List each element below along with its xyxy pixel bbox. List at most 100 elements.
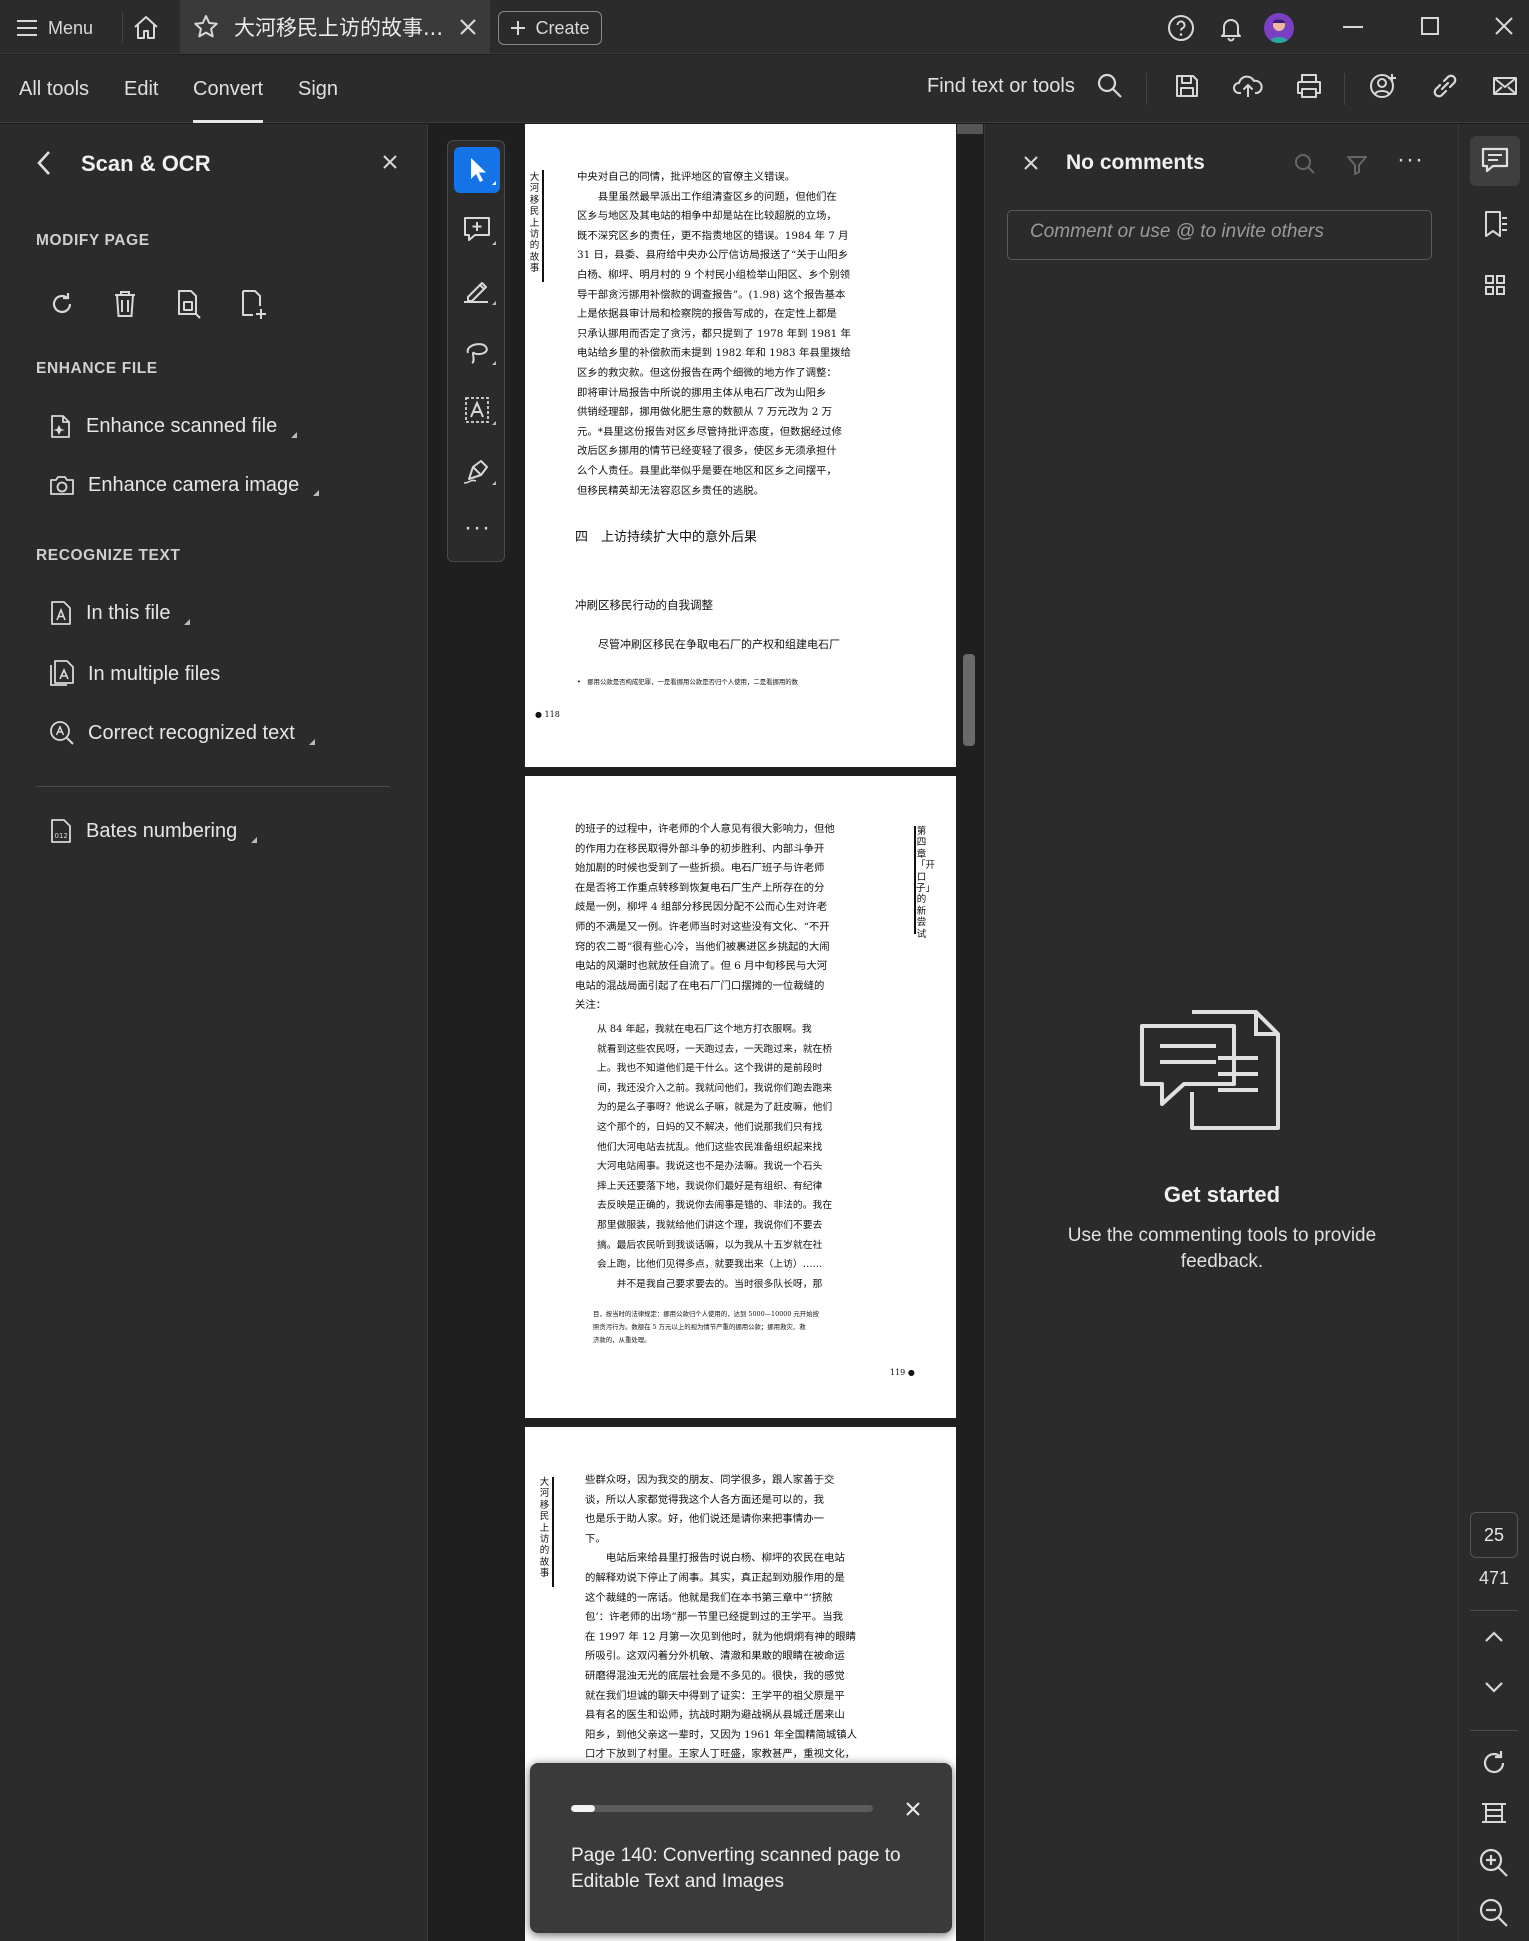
document-scrollbar-thumb[interactable] [963, 654, 975, 746]
help-icon[interactable] [1166, 13, 1196, 43]
avatar[interactable] [1264, 13, 1294, 43]
enhance-camera-image-label: Enhance camera image [88, 473, 300, 496]
text-line: 研磨得混浊无光的底层社会是不多见的。很快，我的感觉 [585, 1670, 845, 1682]
back-chevron-icon[interactable] [36, 150, 52, 176]
add-comment-tool-button[interactable] [454, 207, 500, 253]
enhance-camera-image-item[interactable]: Enhance camera image [48, 472, 320, 498]
next-page-chevron-down-icon[interactable] [1483, 1680, 1505, 1694]
close-comments-icon[interactable] [1024, 156, 1038, 170]
comments-illustration-icon [1138, 1008, 1284, 1134]
extract-page-icon[interactable] [174, 288, 204, 320]
print-icon[interactable] [1294, 71, 1328, 105]
scroll-mode-icon[interactable] [1477, 1796, 1511, 1830]
side-rule [914, 826, 916, 934]
tab-edit[interactable]: Edit [124, 55, 158, 123]
text-line: 摔上天还要落下地，我说你们最好是有组织、有纪律 [597, 1180, 823, 1192]
highlight-tool-button[interactable] [454, 267, 500, 313]
text-line: 就在我们坦诚的聊天中得到了证实：王学平的祖父原是平 [585, 1689, 845, 1702]
running-title-vertical: 大河移民上访的故事 [529, 172, 540, 275]
text-line: 从 84 年起，我就在电石厂这个地方打衣服啊。我 [597, 1024, 812, 1035]
correct-recognized-text-item[interactable]: Correct recognized text [48, 719, 315, 747]
close-toast-icon[interactable] [905, 1801, 921, 1817]
rotate-page-icon[interactable] [48, 290, 76, 318]
previous-page-chevron-up-icon[interactable] [1483, 1630, 1505, 1644]
empty-state-body: Use the commenting tools to provide feed… [1067, 1225, 1377, 1272]
text-line: 些群众呀，因为我交的朋友、同学很多，跟人家善于交 [585, 1474, 835, 1486]
create-button[interactable]: Create [498, 11, 602, 45]
tab-convert[interactable]: Convert [193, 55, 264, 123]
zoom-out-icon[interactable] [1477, 1896, 1511, 1930]
menu-label: Menu [48, 17, 94, 38]
close-window-icon[interactable] [1494, 16, 1514, 36]
share-user-icon[interactable] [1368, 71, 1402, 105]
home-icon [134, 16, 158, 39]
multiple-files-icon [48, 659, 76, 689]
pdf-page-119[interactable]: 第四章「开口子」的新尝试 的班子的过程中，许老师的个人意见有很大影响力，但他 的作… [525, 776, 956, 1418]
home-button[interactable] [130, 12, 162, 44]
comments-rail-button[interactable] [1470, 136, 1520, 186]
text-line: 供销经理部，挪用做化肥生意的数额从 7 万元改为 2 万 [577, 406, 833, 419]
document-tab[interactable]: 大河移民上访的故事... [180, 0, 490, 54]
close-tab-icon[interactable] [458, 17, 478, 37]
tab-all-tools[interactable]: All tools [19, 55, 89, 123]
divider [122, 12, 123, 42]
side-rule [552, 1477, 554, 1587]
right-rail: 25 471 [1458, 124, 1529, 1941]
find-text-or-tools[interactable]: Find text or tools [927, 75, 1075, 98]
menu-button[interactable]: Menu [16, 14, 93, 42]
text-line: 他们大河电站去扰乱。他们这些农民准备组织起来找 [597, 1141, 823, 1153]
text-line: 阳乡，到他父亲这一辈时，又因为 1961 年全国精简城镇人 [585, 1728, 858, 1741]
text-box-tool-button[interactable] [454, 387, 500, 433]
cloud-upload-icon[interactable] [1232, 71, 1266, 105]
comments-icon [1481, 147, 1509, 173]
correct-recognized-text-label: Correct recognized text [88, 721, 295, 744]
star-icon[interactable] [192, 13, 220, 41]
search-comments-icon[interactable] [1293, 152, 1317, 176]
delete-page-icon[interactable] [111, 289, 139, 319]
text-line: 白杨、柳坪、明月村的 9 个村民小组检举山阳区、乡个别领 [577, 269, 850, 281]
enhance-scanned-file-item[interactable]: Enhance scanned file [48, 412, 298, 440]
text-line: 谈，所以人家都觉得我这个人各方面还是可以的，我 [585, 1493, 824, 1506]
more-options-ellipsis-icon[interactable]: ··· [1397, 146, 1424, 174]
text-line: 么个人责任。县里此举似乎是要在地区和区乡之间摆平， [577, 465, 837, 477]
notifications-bell-icon[interactable] [1216, 13, 1246, 43]
comment-input[interactable]: Comment or use @ to invite others [1007, 210, 1432, 260]
search-icon[interactable] [1095, 71, 1129, 105]
bates-numbering-item[interactable]: 012 Bates numbering [48, 817, 258, 845]
bates-number-icon: 012 [48, 817, 74, 845]
text-line: 间，我还没介入之前。我就问他们，我说你们跑去跑来 [597, 1082, 833, 1094]
rotate-view-icon[interactable] [1477, 1746, 1511, 1780]
select-tool-button[interactable] [454, 147, 500, 193]
bookmarks-icon[interactable] [1470, 200, 1520, 250]
text-line: 歧是一例，柳坪 4 组部分移民因分配不公而心生对许老 [575, 901, 828, 914]
draw-tool-button[interactable] [454, 327, 500, 373]
link-icon[interactable] [1430, 71, 1464, 105]
freehand-lasso-icon [466, 343, 496, 365]
recognize-in-multiple-files-item[interactable]: In multiple files [48, 659, 220, 689]
zoom-in-icon[interactable] [1477, 1846, 1511, 1880]
toast-message: Page 140: Converting scanned page to Edi… [571, 1845, 901, 1892]
text-line: 在是否将工作重点转移到恢复电石厂生产上所存在的分 [575, 881, 825, 894]
filter-icon[interactable] [1345, 153, 1369, 177]
insert-page-icon[interactable] [238, 288, 270, 322]
maximize-icon[interactable] [1421, 17, 1439, 35]
save-icon[interactable] [1172, 71, 1206, 105]
text-line: 关注： [575, 999, 607, 1012]
pdf-page-118[interactable]: 大河移民上访的故事 中央对自己的同情，批评地区的官僚主义错误。 县里虽然最早派出… [525, 124, 956, 767]
minimize-icon[interactable] [1343, 26, 1363, 28]
text-line: 那里做服装，我就给他们讲这个理，我说你们不要去 [597, 1220, 823, 1231]
footnote: • 挪用公款是否构成犯罪，一是看挪用公款是否归个人使用，二是看挪用的数 [577, 678, 799, 686]
tab-sign[interactable]: Sign [298, 55, 338, 123]
divider [1146, 73, 1147, 105]
divider [36, 786, 390, 787]
current-page-input[interactable]: 25 [1470, 1512, 1518, 1558]
section-heading-recognize-text: RECOGNIZE TEXT [36, 547, 181, 564]
close-panel-icon[interactable] [383, 155, 397, 169]
email-icon[interactable] [1490, 71, 1524, 105]
sign-tool-button[interactable] [454, 447, 500, 493]
text-line: 上。我也不知道他们是干什么。这个我讲的是前段时 [597, 1063, 823, 1075]
thumbnails-grid-icon[interactable] [1470, 260, 1520, 310]
more-tools-ellipsis-icon[interactable]: ··· [464, 514, 491, 542]
title-bar: Menu 大河移民上访的故事... Create [0, 0, 1529, 54]
recognize-in-this-file-item[interactable]: In this file [48, 599, 191, 627]
